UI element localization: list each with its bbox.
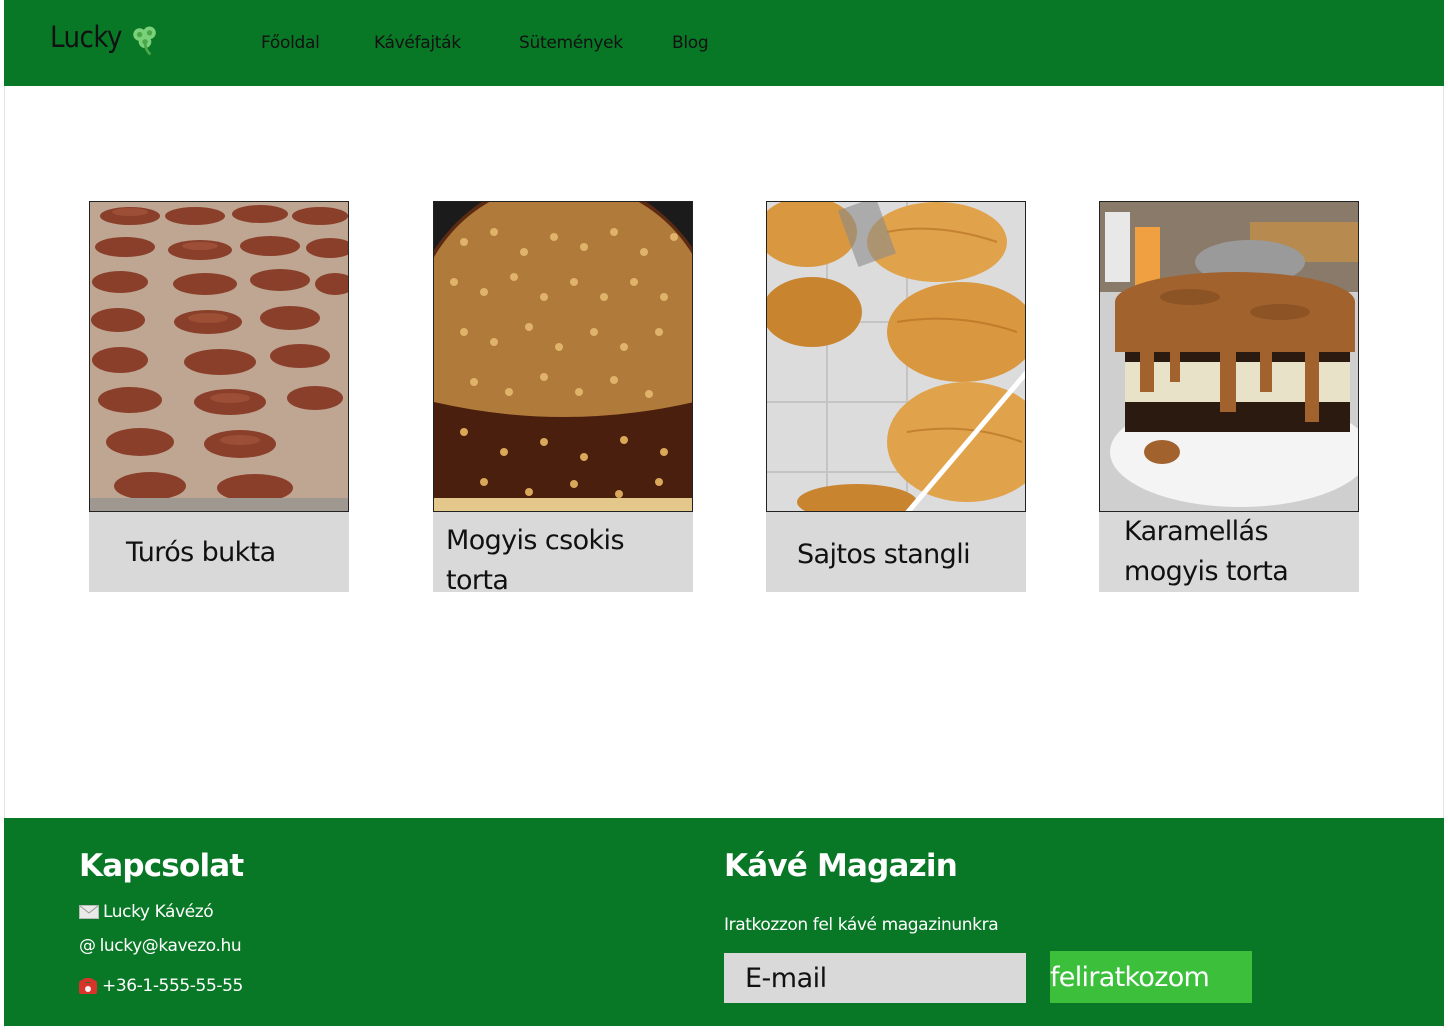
cake-caption: Turós bukta <box>89 512 349 592</box>
contact-phone[interactable]: +36-1-555-55-55 <box>102 976 243 996</box>
site-header: Lucky Főoldal Kávéfajták Sütemények Blog <box>4 0 1444 86</box>
brand-logo[interactable]: Lucky <box>50 20 122 54</box>
magazine-text: Iratkozzon fel kávé magazinunkra <box>724 915 999 935</box>
nav-kavefajtak[interactable]: Kávéfajták <box>374 33 461 53</box>
subscribe-button[interactable]: feliratkozom <box>1050 951 1252 1003</box>
shamrock-icon <box>133 26 156 56</box>
contact-title: Kapcsolat <box>79 848 244 884</box>
cake-photo-sajtos-stangli <box>766 201 1026 512</box>
cake-photo-turos-bukta <box>89 201 349 512</box>
at-icon: @ <box>79 936 96 956</box>
cake-caption: Karamellás mogyis torta <box>1099 512 1359 592</box>
cake-card[interactable]: Sajtos stangli <box>766 201 1026 592</box>
magazine-title: Kávé Magazin <box>724 848 958 884</box>
envelope-icon <box>79 902 99 922</box>
contact-name-line: Lucky Kávézó <box>79 902 214 922</box>
site-footer: Kapcsolat Lucky Kávézó @ lucky@kavezo.hu … <box>4 818 1444 1026</box>
cake-photo-mogyis-csokis-torta <box>433 201 693 512</box>
cake-caption: Sajtos stangli <box>766 512 1026 592</box>
nav-blog[interactable]: Blog <box>672 33 709 53</box>
contact-phone-line: +36-1-555-55-55 <box>78 976 243 996</box>
email-input[interactable] <box>724 953 1026 1003</box>
nav-fooldal[interactable]: Főoldal <box>261 33 320 53</box>
cake-card[interactable]: Turós bukta <box>89 201 349 592</box>
cake-card[interactable]: Mogyis csokis torta <box>433 201 693 596</box>
telephone-icon <box>78 976 98 996</box>
cake-name: Mogyis csokis torta <box>446 525 625 596</box>
cake-name: Sajtos stangli <box>797 539 971 570</box>
contact-email[interactable]: lucky@kavezo.hu <box>100 936 242 956</box>
cake-name: Turós bukta <box>126 537 276 568</box>
nav-sutemenyek[interactable]: Sütemények <box>519 33 623 53</box>
cake-photo-karamellas-mogyis-torta <box>1099 201 1359 512</box>
cake-caption: Mogyis csokis torta <box>433 512 693 596</box>
contact-name: Lucky Kávézó <box>103 902 214 922</box>
contact-email-line: @ lucky@kavezo.hu <box>79 936 242 956</box>
cake-card[interactable]: Karamellás mogyis torta <box>1099 201 1359 592</box>
cake-name: Karamellás mogyis torta <box>1124 516 1289 587</box>
